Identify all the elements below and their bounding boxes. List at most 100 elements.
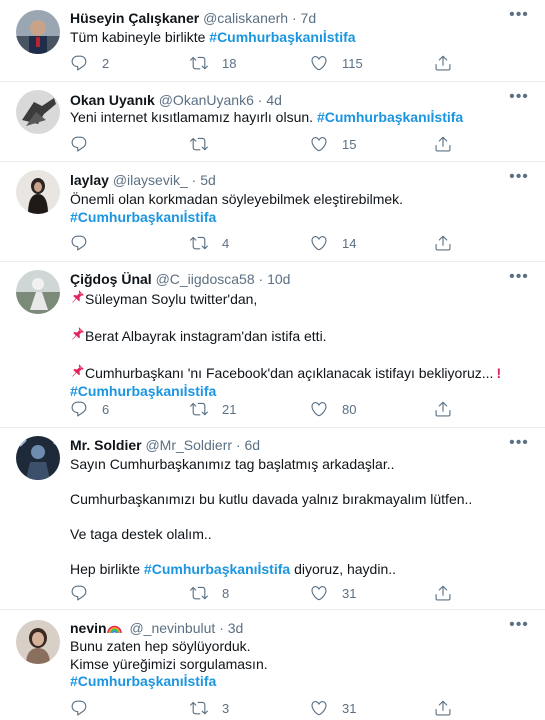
like-button[interactable]: 15 [310, 134, 356, 154]
share-icon [434, 135, 452, 153]
tweet-header: Hüseyin Çalışkaner @caliskanerh · 7d [70, 9, 316, 27]
tweet-header: Okan Uyanık @OkanUyank6 · 4d [70, 91, 282, 109]
avatar[interactable] [16, 10, 60, 54]
more-icon[interactable]: ••• [509, 435, 529, 456]
retweet-count: 3 [222, 700, 230, 716]
tweet-line: Bunu zaten hep söylüyorduk. [70, 638, 251, 654]
tweet-header: laylay @ilaysevik_ · 5d [70, 171, 216, 189]
retweet-button[interactable] [190, 134, 222, 154]
avatar[interactable] [16, 620, 60, 664]
user-handle[interactable]: @caliskanerh [203, 10, 288, 26]
more-icon[interactable]: ••• [509, 169, 529, 190]
tweet[interactable]: nevin @_nevinbulut · 3d ••• Bunu zaten h… [0, 610, 545, 720]
tweet[interactable]: laylay @ilaysevik_ · 5d ••• Önemli olan … [0, 162, 545, 262]
pushpin-emoji [70, 326, 85, 341]
hashtag-link[interactable]: #Cumhurbaşkanıİstifa [317, 109, 463, 125]
timestamp[interactable]: 4d [266, 92, 282, 108]
tweet-line: Sayın Cumhurbaşkanımız tag başlatmış ark… [70, 456, 395, 472]
retweet-button[interactable]: 8 [190, 583, 229, 603]
share-button[interactable] [434, 233, 452, 253]
reply-icon [70, 584, 88, 602]
tweet-line: Önemli olan korkmadan söyleyebilmek eleş… [70, 191, 404, 207]
hashtag-link[interactable]: #Cumhurbaşkanıİstifa [144, 561, 290, 577]
hashtag-link[interactable]: #Cumhurbaşkanıİstifa [70, 673, 530, 691]
tweet-actions: 3 31 [66, 698, 466, 718]
reply-count: 2 [102, 55, 110, 71]
retweet-button[interactable]: 3 [190, 698, 229, 718]
reply-button[interactable] [70, 134, 102, 154]
timestamp[interactable]: 3d [228, 620, 244, 636]
timestamp[interactable]: 6d [245, 437, 261, 453]
more-icon[interactable]: ••• [509, 89, 529, 110]
separator-dot: · [258, 271, 264, 287]
reply-icon [70, 400, 88, 418]
like-button[interactable]: 31 [310, 583, 356, 603]
tweet-line: Cumhurbaşkanı 'nı Facebook'dan açıklanac… [85, 365, 494, 381]
tweet-line: Berat Albayrak instagram'dan istifa etti… [85, 328, 327, 344]
user-handle[interactable]: @Mr_Soldierr [145, 437, 232, 453]
reply-icon [70, 699, 88, 717]
display-name[interactable]: Mr. Soldier [70, 437, 142, 453]
like-button[interactable]: 115 [310, 53, 363, 73]
retweet-count: 8 [222, 585, 230, 601]
more-icon[interactable]: ••• [509, 269, 529, 290]
separator-dot: · [257, 92, 263, 108]
reply-button[interactable] [70, 698, 102, 718]
tweet[interactable]: Çiğdoş Ünal @C_iigdosca58 · 10d ••• Süle… [0, 262, 545, 428]
avatar[interactable] [16, 90, 60, 134]
user-handle[interactable]: @ilaysevik_ [113, 172, 188, 188]
more-icon[interactable]: ••• [509, 617, 529, 638]
like-icon [310, 234, 328, 252]
tweet[interactable]: Mr. Soldier @Mr_Soldierr · 6d ••• Sayın … [0, 428, 545, 610]
user-handle[interactable]: @OkanUyank6 [159, 92, 254, 108]
tweet[interactable]: Hüseyin Çalışkaner @caliskanerh · 7d •••… [0, 0, 545, 82]
share-button[interactable] [434, 53, 452, 73]
timestamp[interactable]: 10d [267, 271, 290, 287]
share-button[interactable] [434, 399, 452, 419]
display-name[interactable]: Hüseyin Çalışkaner [70, 10, 199, 26]
user-handle[interactable]: @_nevinbulut [129, 620, 215, 636]
tweet-line: Süleyman Soylu twitter'dan, [85, 291, 258, 307]
separator-dot: · [191, 172, 197, 188]
like-button[interactable]: 14 [310, 233, 356, 253]
reply-button[interactable] [70, 233, 102, 253]
share-button[interactable] [434, 698, 452, 718]
retweet-button[interactable]: 4 [190, 233, 229, 253]
tweet-header: Çiğdoş Ünal @C_iigdosca58 · 10d [70, 270, 290, 288]
share-button[interactable] [434, 134, 452, 154]
share-icon [434, 234, 452, 252]
display-name[interactable]: laylay [70, 172, 109, 188]
more-icon[interactable]: ••• [509, 7, 529, 28]
timestamp[interactable]: 7d [301, 10, 317, 26]
tweet-text: Sayın Cumhurbaşkanımız tag başlatmış ark… [70, 456, 530, 579]
retweet-button[interactable]: 18 [190, 53, 236, 73]
display-name[interactable]: Çiğdoş Ünal [70, 271, 152, 287]
like-icon [310, 135, 328, 153]
hashtag-link[interactable]: #Cumhurbaşkanıİstifa [70, 209, 530, 227]
share-button[interactable] [434, 583, 452, 603]
display-name[interactable]: Okan Uyanık [70, 92, 155, 108]
retweet-button[interactable]: 21 [190, 399, 236, 419]
user-handle[interactable]: @C_iigdosca58 [156, 271, 255, 287]
retweet-icon [190, 584, 208, 602]
hashtag-link[interactable]: #Cumhurbaşkanıİstifa [209, 29, 355, 45]
hashtag-link[interactable]: #Cumhurbaşkanıİstifa [70, 383, 530, 401]
display-name[interactable]: nevin [70, 620, 107, 636]
tweet[interactable]: Okan Uyanık @OkanUyank6 · 4d ••• Yeni in… [0, 82, 545, 162]
like-icon [310, 400, 328, 418]
like-count: 115 [342, 55, 363, 71]
avatar[interactable] [16, 270, 60, 314]
avatar[interactable] [16, 170, 60, 214]
like-button[interactable]: 31 [310, 698, 356, 718]
avatar[interactable] [16, 436, 60, 480]
like-button[interactable]: 80 [310, 399, 356, 419]
reply-button[interactable] [70, 583, 102, 603]
share-icon [434, 699, 452, 717]
reply-button[interactable]: 6 [70, 399, 109, 419]
reply-button[interactable]: 2 [70, 53, 109, 73]
retweet-icon [190, 699, 208, 717]
separator-dot: · [219, 620, 224, 636]
timestamp[interactable]: 5d [200, 172, 216, 188]
like-count: 31 [342, 585, 357, 601]
like-icon [310, 699, 328, 717]
